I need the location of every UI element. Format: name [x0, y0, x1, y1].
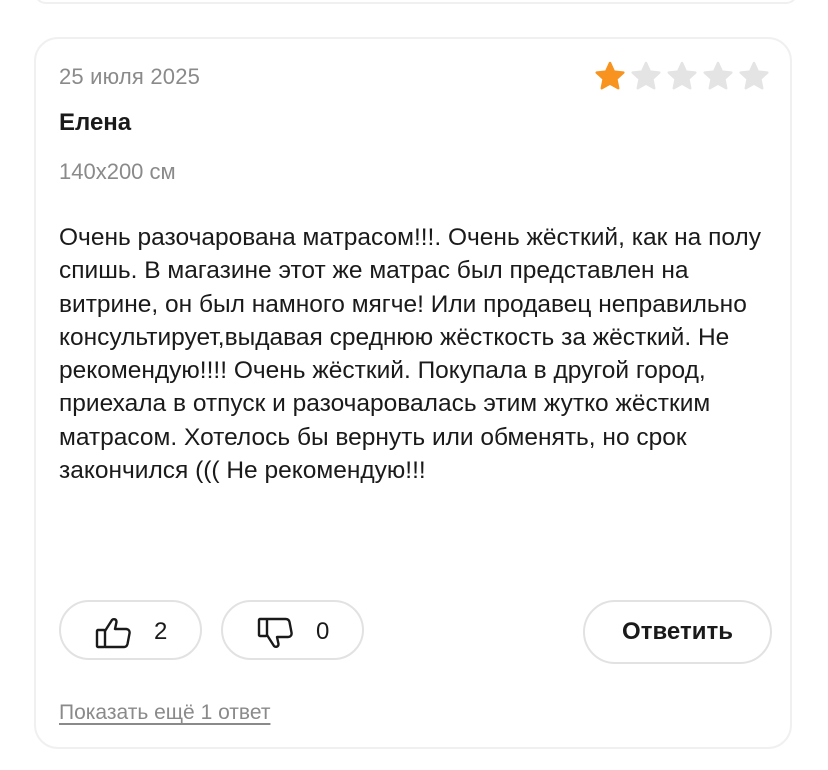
dislike-button[interactable]: 0 — [221, 600, 364, 660]
like-count: 2 — [154, 618, 168, 645]
star-empty-icon — [739, 61, 769, 90]
reply-button[interactable]: Ответить — [583, 600, 772, 664]
review-text: Очень разочарована матрасом!!!. Очень жё… — [59, 224, 761, 485]
thumbs-up-icon — [95, 617, 131, 649]
star-empty-icon — [703, 61, 733, 90]
show-more-answers-link[interactable]: Показать ещё 1 ответ — [59, 701, 270, 725]
previous-card-edge — [34, 0, 798, 4]
star-empty-icon — [631, 61, 661, 90]
star-filled-icon — [595, 61, 625, 90]
review-date: 25 июля 2025 — [59, 64, 201, 89]
review-card: 25 июля 2025 Елена 140x200 см Очень разо… — [34, 37, 792, 749]
review-author: Елена — [59, 109, 132, 136]
like-button[interactable]: 2 — [59, 600, 202, 660]
dislike-count: 0 — [316, 618, 330, 645]
thumbs-down-icon — [257, 617, 293, 649]
product-size: 140x200 см — [59, 159, 176, 184]
star-empty-icon — [667, 61, 697, 90]
star-rating — [594, 61, 770, 91]
